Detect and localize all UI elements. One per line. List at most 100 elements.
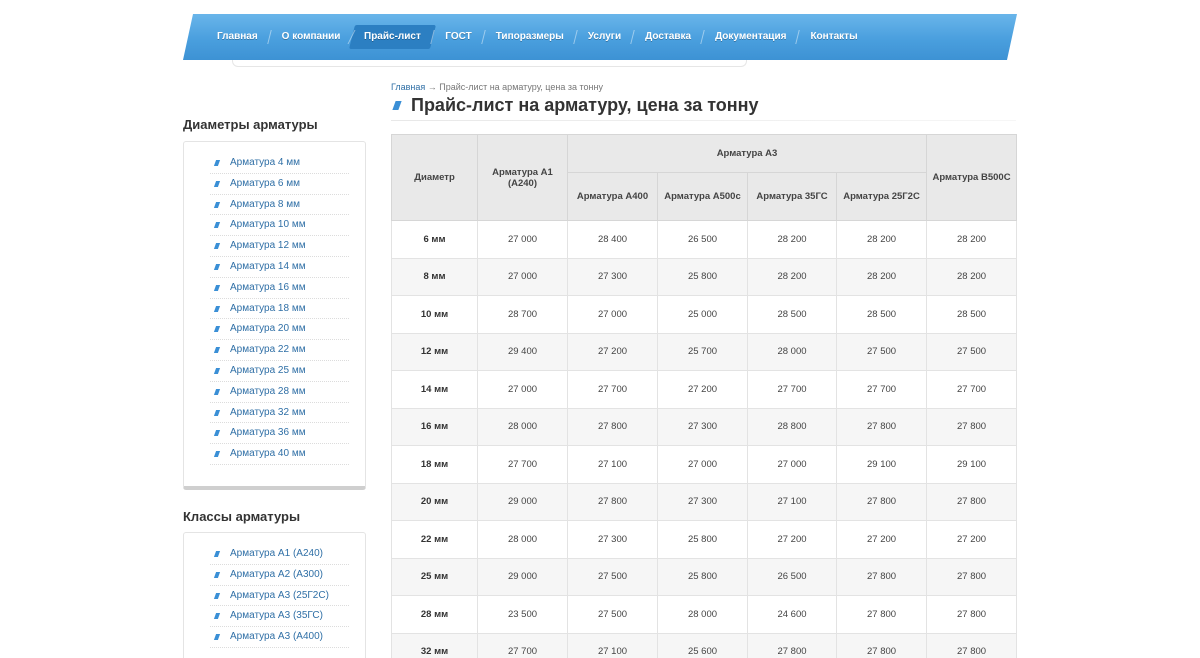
nav-item-0[interactable]: Главная — [205, 25, 270, 49]
sidebar-link-label: Арматура 40 мм — [230, 448, 306, 460]
price-cell: 24 600 — [747, 595, 837, 634]
price-cell: 27 000 — [747, 445, 837, 484]
bullet-icon — [213, 409, 221, 416]
nav-item-label: О компании — [281, 31, 341, 42]
price-cell: 27 300 — [657, 483, 748, 521]
price-cell: 27 500 — [926, 333, 1018, 371]
sidebar-link[interactable]: Арматура А2 (А300) — [210, 565, 349, 586]
nav-item-6[interactable]: Доставка — [633, 25, 703, 49]
bullet-icon — [213, 243, 221, 250]
sidebar-link[interactable]: Арматура 18 мм — [210, 299, 349, 320]
price-cell: 29 000 — [477, 558, 568, 596]
price-cell: 27 800 — [836, 633, 928, 658]
sidebar-link[interactable]: Арматура 22 мм — [210, 340, 349, 361]
sidebar-link[interactable]: Арматура А3 (А400) — [210, 627, 349, 648]
diameter-cell: 25 мм — [391, 558, 478, 596]
price-cell: 27 100 — [747, 483, 837, 521]
price-cell: 27 200 — [836, 520, 928, 559]
price-cell: 28 200 — [747, 220, 837, 259]
price-cell: 27 800 — [567, 483, 658, 521]
sidebar-link[interactable]: Арматура А1 (А240) — [210, 544, 349, 565]
nav-item-7[interactable]: Документация — [703, 25, 798, 49]
sidebar-link[interactable]: Арматура 10 мм — [210, 215, 349, 237]
table-row: 14 мм 27 000 27 700 27 200 27 700 27 700 27 70… — [391, 370, 1018, 409]
price-cell: 27 800 — [926, 558, 1018, 596]
nav-item-8[interactable]: Контакты — [798, 25, 869, 49]
bullet-icon — [213, 551, 221, 557]
sidebar-link[interactable]: Арматура 14 мм — [210, 257, 349, 278]
price-cell: 27 800 — [747, 633, 837, 658]
price-cell: 29 100 — [836, 445, 928, 484]
price-cell: 28 200 — [836, 258, 928, 296]
sidebar-link[interactable]: Арматура А3 (25Г2С) — [210, 586, 349, 607]
sidebar-link-label: Арматура 32 мм — [230, 406, 306, 418]
price-cell: 27 200 — [747, 520, 837, 559]
nav-item-label: ГОСТ — [445, 31, 472, 42]
price-cell: 23 500 — [477, 595, 568, 634]
nav-menu: Главная О компании Прайс-лист ГОСТ Типоразме… — [205, 25, 870, 49]
bullet-icon — [213, 347, 221, 354]
price-cell: 26 500 — [747, 558, 837, 596]
price-cell: 25 700 — [657, 333, 748, 371]
sidebar-link[interactable]: Арматура 8 мм — [210, 195, 349, 216]
sidebar-link-label: Арматура 10 мм — [230, 219, 306, 231]
nav-item-label: Прайс-лист — [364, 31, 422, 42]
sidebar-link-label: Арматура 28 мм — [230, 385, 306, 397]
nav-item-5[interactable]: Услуги — [576, 25, 633, 49]
sidebar-link[interactable]: Арматура А3 (35ГС) — [210, 606, 349, 628]
price-cell: 25 800 — [657, 520, 748, 559]
sidebar-link-label: Арматура А2 (А300) — [230, 568, 323, 580]
price-table-body: 6 мм 27 000 28 400 26 500 28 200 28 200 28 200… — [391, 220, 1018, 658]
sidebar-link[interactable]: Арматура 20 мм — [210, 319, 349, 341]
sidebar-link-label: Арматура 14 мм — [230, 260, 306, 272]
sidebar-link-label: Арматура 12 мм — [230, 240, 306, 252]
price-cell: 27 000 — [567, 295, 658, 334]
table-row: 20 мм 29 000 27 800 27 300 27 100 27 800 27 80… — [391, 483, 1018, 521]
price-cell: 27 100 — [567, 445, 658, 484]
bullet-icon — [213, 388, 221, 395]
table-row: 16 мм 28 000 27 800 27 300 28 800 27 800 27 80… — [391, 408, 1018, 446]
sidebar-classes-title: Классы арматуры — [183, 509, 301, 524]
breadcrumb-home-link[interactable]: Главная — [391, 82, 425, 92]
sidebar-link[interactable]: Арматура 40 мм — [210, 444, 349, 465]
sidebar-link[interactable]: Арматура 16 мм — [210, 278, 349, 299]
sidebar-link-label: Арматура 36 мм — [230, 427, 306, 439]
sidebar-link-label: Арматура 22 мм — [230, 344, 306, 356]
breadcrumb-current: Прайс-лист на арматуру, цена за тонну — [439, 82, 603, 92]
sidebar-link-label: Арматура А3 (А400) — [230, 631, 323, 643]
sidebar-link[interactable]: Арматура 36 мм — [210, 423, 349, 445]
nav-item-2[interactable]: Прайс-лист — [349, 25, 437, 49]
price-cell: 29 000 — [477, 483, 568, 521]
sidebar-link[interactable]: Арматура 4 мм — [210, 153, 349, 174]
price-table: Диаметр Арматура А1 (А240) Арматура А3 А… — [391, 134, 1018, 658]
sidebar-link-label: Арматура 18 мм — [230, 302, 306, 314]
sidebar-link-label: Арматура 25 мм — [230, 364, 306, 376]
sidebar-link[interactable]: Арматура 32 мм — [210, 403, 349, 424]
sidebar-link[interactable]: Арматура 25 мм — [210, 361, 349, 382]
price-cell: 28 200 — [836, 220, 928, 259]
header-b500: Арматура В500С — [926, 134, 1018, 221]
diameter-cell: 28 мм — [391, 595, 478, 634]
sidebar-link[interactable]: Арматура 12 мм — [210, 236, 349, 257]
nav-item-3[interactable]: ГОСТ — [433, 25, 483, 49]
price-cell: 27 800 — [836, 595, 928, 634]
sidebar-link[interactable]: Арматура 28 мм — [210, 382, 349, 403]
bullet-icon — [213, 160, 221, 166]
diameter-cell: 32 мм — [391, 633, 478, 658]
nav-item-label: Контакты — [810, 31, 858, 42]
breadcrumb-separator: → — [427, 82, 437, 92]
diameter-cell: 12 мм — [391, 333, 478, 371]
sidebar-link[interactable]: Арматура 6 мм — [210, 174, 349, 195]
price-cell: 27 700 — [567, 370, 658, 409]
price-cell: 28 000 — [477, 408, 568, 446]
price-cell: 27 800 — [926, 633, 1018, 658]
sidebar-diameters-list: Арматура 4 мм Арматура 6 мм Арматура 8 мм А… — [210, 153, 349, 465]
nav-item-4[interactable]: Типоразмеры — [484, 25, 576, 49]
price-cell: 27 800 — [836, 483, 928, 521]
diameter-cell: 8 мм — [391, 258, 478, 296]
bullet-icon — [213, 430, 221, 437]
table-row: 12 мм 29 400 27 200 25 700 28 000 27 500 27 50… — [391, 333, 1018, 371]
price-cell: 28 200 — [926, 258, 1018, 296]
nav-item-label: Доставка — [645, 31, 692, 42]
nav-item-1[interactable]: О компании — [270, 25, 353, 49]
